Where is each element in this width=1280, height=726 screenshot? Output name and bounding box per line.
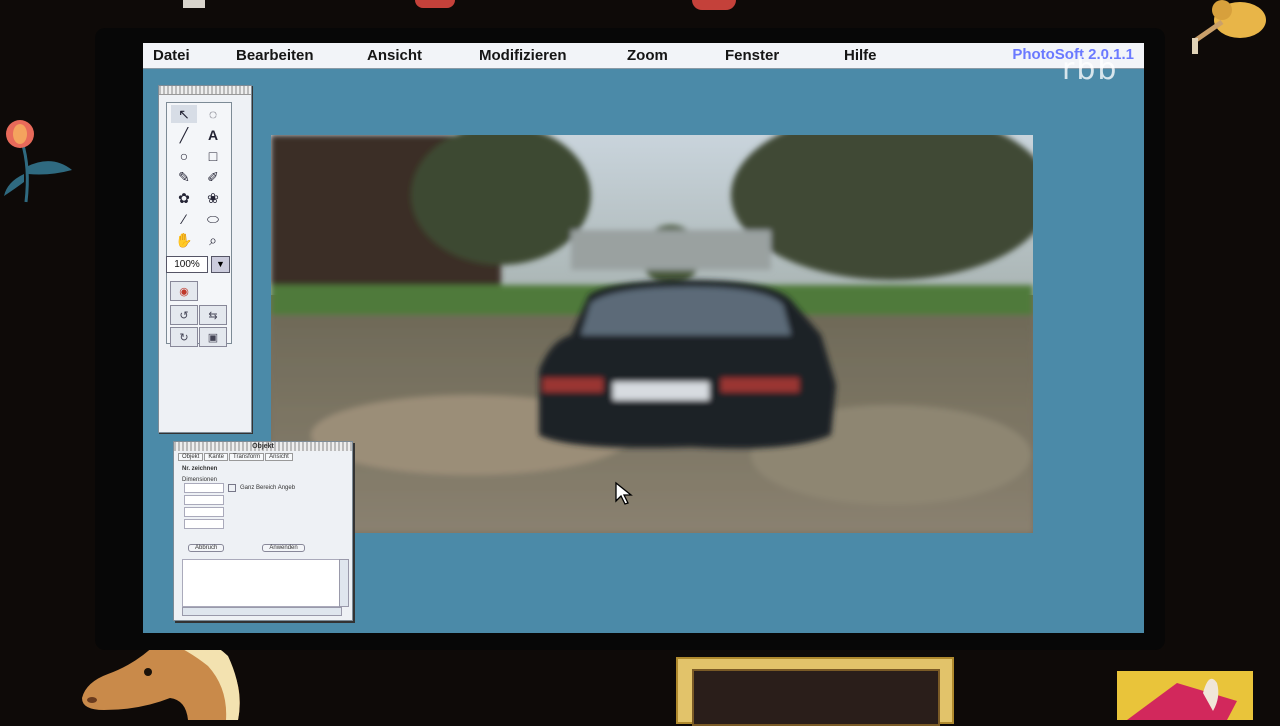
hand-icon[interactable]: ✋	[171, 231, 197, 249]
checkbox-label: Ganz Bereich Angeb	[240, 485, 296, 491]
smudge-icon[interactable]: ❀	[200, 189, 226, 207]
menu-fenster[interactable]: Fenster	[725, 47, 779, 64]
width-field[interactable]	[184, 483, 224, 493]
x-field[interactable]	[184, 507, 224, 517]
line-tool-icon[interactable]: ╱	[171, 126, 197, 144]
rotate-right-icon[interactable]: ↻	[170, 327, 198, 347]
flip-icon[interactable]: ⇆	[199, 305, 227, 325]
top-edge-sticker-2	[692, 0, 736, 10]
checkbox-icon[interactable]	[228, 484, 236, 492]
flower-sticker	[2, 112, 74, 212]
vertical-scrollbar[interactable]	[339, 559, 349, 607]
top-edge-sticker	[415, 0, 455, 8]
dimension-fields: Ganz Bereich Angeb	[184, 482, 295, 530]
dialog-list[interactable]	[182, 559, 342, 607]
eraser-icon[interactable]: ⬭	[200, 210, 226, 228]
height-field[interactable]	[184, 495, 224, 505]
palette-extra-tools: ◉ ↺ ⇆ ↻ ▣	[166, 279, 230, 349]
menu-hilfe[interactable]: Hilfe	[844, 47, 877, 64]
tab-kante[interactable]: Kante	[204, 453, 229, 461]
palette-titlebar[interactable]	[159, 86, 251, 95]
frame-icon[interactable]: ▣	[199, 327, 227, 347]
y-field[interactable]	[184, 519, 224, 529]
menu-bearbeiten[interactable]: Bearbeiten	[236, 47, 314, 64]
color-swatch-icon[interactable]: ◉	[170, 281, 198, 301]
rectangle-tool-icon[interactable]: □	[200, 147, 226, 165]
dialog-section-label: Nr. zeichnen	[182, 466, 218, 472]
pencil-icon[interactable]: ✎	[171, 168, 197, 186]
menu-ansicht[interactable]: Ansicht	[367, 47, 422, 64]
menu-zoom[interactable]: Zoom	[627, 47, 668, 64]
eyedropper-icon[interactable]: ⁄	[171, 210, 197, 228]
chevron-down-icon[interactable]: ▼	[211, 256, 230, 273]
mouse-cursor-icon	[615, 481, 633, 505]
ellipse-tool-icon[interactable]: ○	[171, 147, 197, 165]
dialog-title[interactable]: Objekt	[174, 442, 352, 451]
text-tool-icon[interactable]: A	[200, 126, 226, 144]
object-dialog: Objekt Objekt Kante Transform Ansicht Nr…	[173, 441, 353, 621]
top-edge-sticker-3	[183, 0, 205, 8]
menubar: Datei Bearbeiten Ansicht Modifizieren Zo…	[143, 43, 1144, 69]
broadcaster-logo: rbb	[1062, 52, 1119, 87]
zoom-selector: 100% ▼	[166, 256, 230, 273]
photo-document[interactable]	[271, 135, 1033, 533]
menu-datei[interactable]: Datei	[153, 47, 190, 64]
magnifier-icon[interactable]: ⌕	[200, 231, 226, 249]
clone-stamp-icon[interactable]: ✿	[171, 189, 197, 207]
menu-modifizieren[interactable]: Modifizieren	[479, 47, 567, 64]
cancel-button[interactable]: Abbruch	[188, 544, 225, 552]
desktop-screen: Datei Bearbeiten Ansicht Modifizieren Zo…	[143, 43, 1144, 633]
pink-card	[1117, 671, 1253, 720]
zoom-value[interactable]: 100%	[166, 256, 208, 273]
rotate-left-icon[interactable]: ↺	[170, 305, 198, 325]
dialog-buttons: Abbruch Anwenden	[188, 544, 305, 552]
tool-palette: ↖ ◌ ╱ A ○ □ ✎ ✐ ✿ ❀ ⁄ ⬭ ✋ ⌕ 100% ▼ ◉ ↺ ⇆…	[158, 85, 252, 433]
apply-button[interactable]: Anwenden	[262, 544, 305, 552]
picture-frame	[676, 657, 954, 726]
dialog-tabs: Objekt Kante Transform Ansicht	[174, 451, 352, 463]
tab-ansicht[interactable]: Ansicht	[265, 453, 293, 461]
arrow-select-icon[interactable]: ↖	[171, 105, 197, 123]
lasso-icon[interactable]: ◌	[200, 105, 226, 123]
tab-transform[interactable]: Transform	[229, 453, 265, 461]
mouse-toy-sticker	[1182, 0, 1278, 56]
brush-icon[interactable]: ✐	[200, 168, 226, 186]
tab-objekt[interactable]: Objekt	[178, 453, 204, 461]
horizontal-scrollbar[interactable]	[182, 607, 342, 616]
car-photo-image	[271, 135, 1033, 533]
